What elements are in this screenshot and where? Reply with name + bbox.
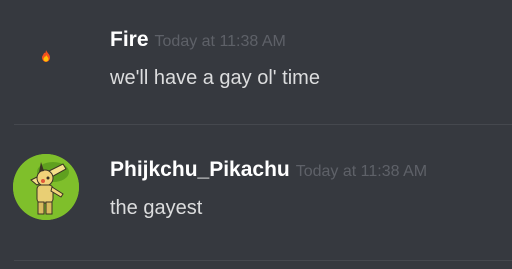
message-header: Phijkchu_Pikachu Today at 11:38 AM (110, 158, 427, 182)
fire-icon (42, 50, 50, 62)
timestamp[interactable]: Today at 11:38 AM (155, 33, 286, 50)
dabbing-pikachu-icon (13, 154, 79, 220)
message-divider (14, 124, 512, 125)
timestamp[interactable]: Today at 11:38 AM (296, 163, 427, 180)
message-content: the gayest (110, 197, 203, 219)
message-content: we'll have a gay ol' time (110, 67, 320, 89)
message-divider (14, 260, 512, 261)
avatar[interactable] (13, 25, 79, 91)
avatar[interactable] (13, 154, 79, 220)
message-item: Phijkchu_Pikachu Today at 11:38 AM the ga… (0, 126, 512, 260)
message-header: Fire Today at 11:38 AM (110, 28, 286, 52)
username[interactable]: Fire (110, 28, 149, 51)
chat-message-list: Fire Today at 11:38 AM we'll have a gay o… (0, 0, 512, 269)
message-item: Fire Today at 11:38 AM we'll have a gay o… (0, 0, 512, 124)
username[interactable]: Phijkchu_Pikachu (110, 158, 290, 181)
